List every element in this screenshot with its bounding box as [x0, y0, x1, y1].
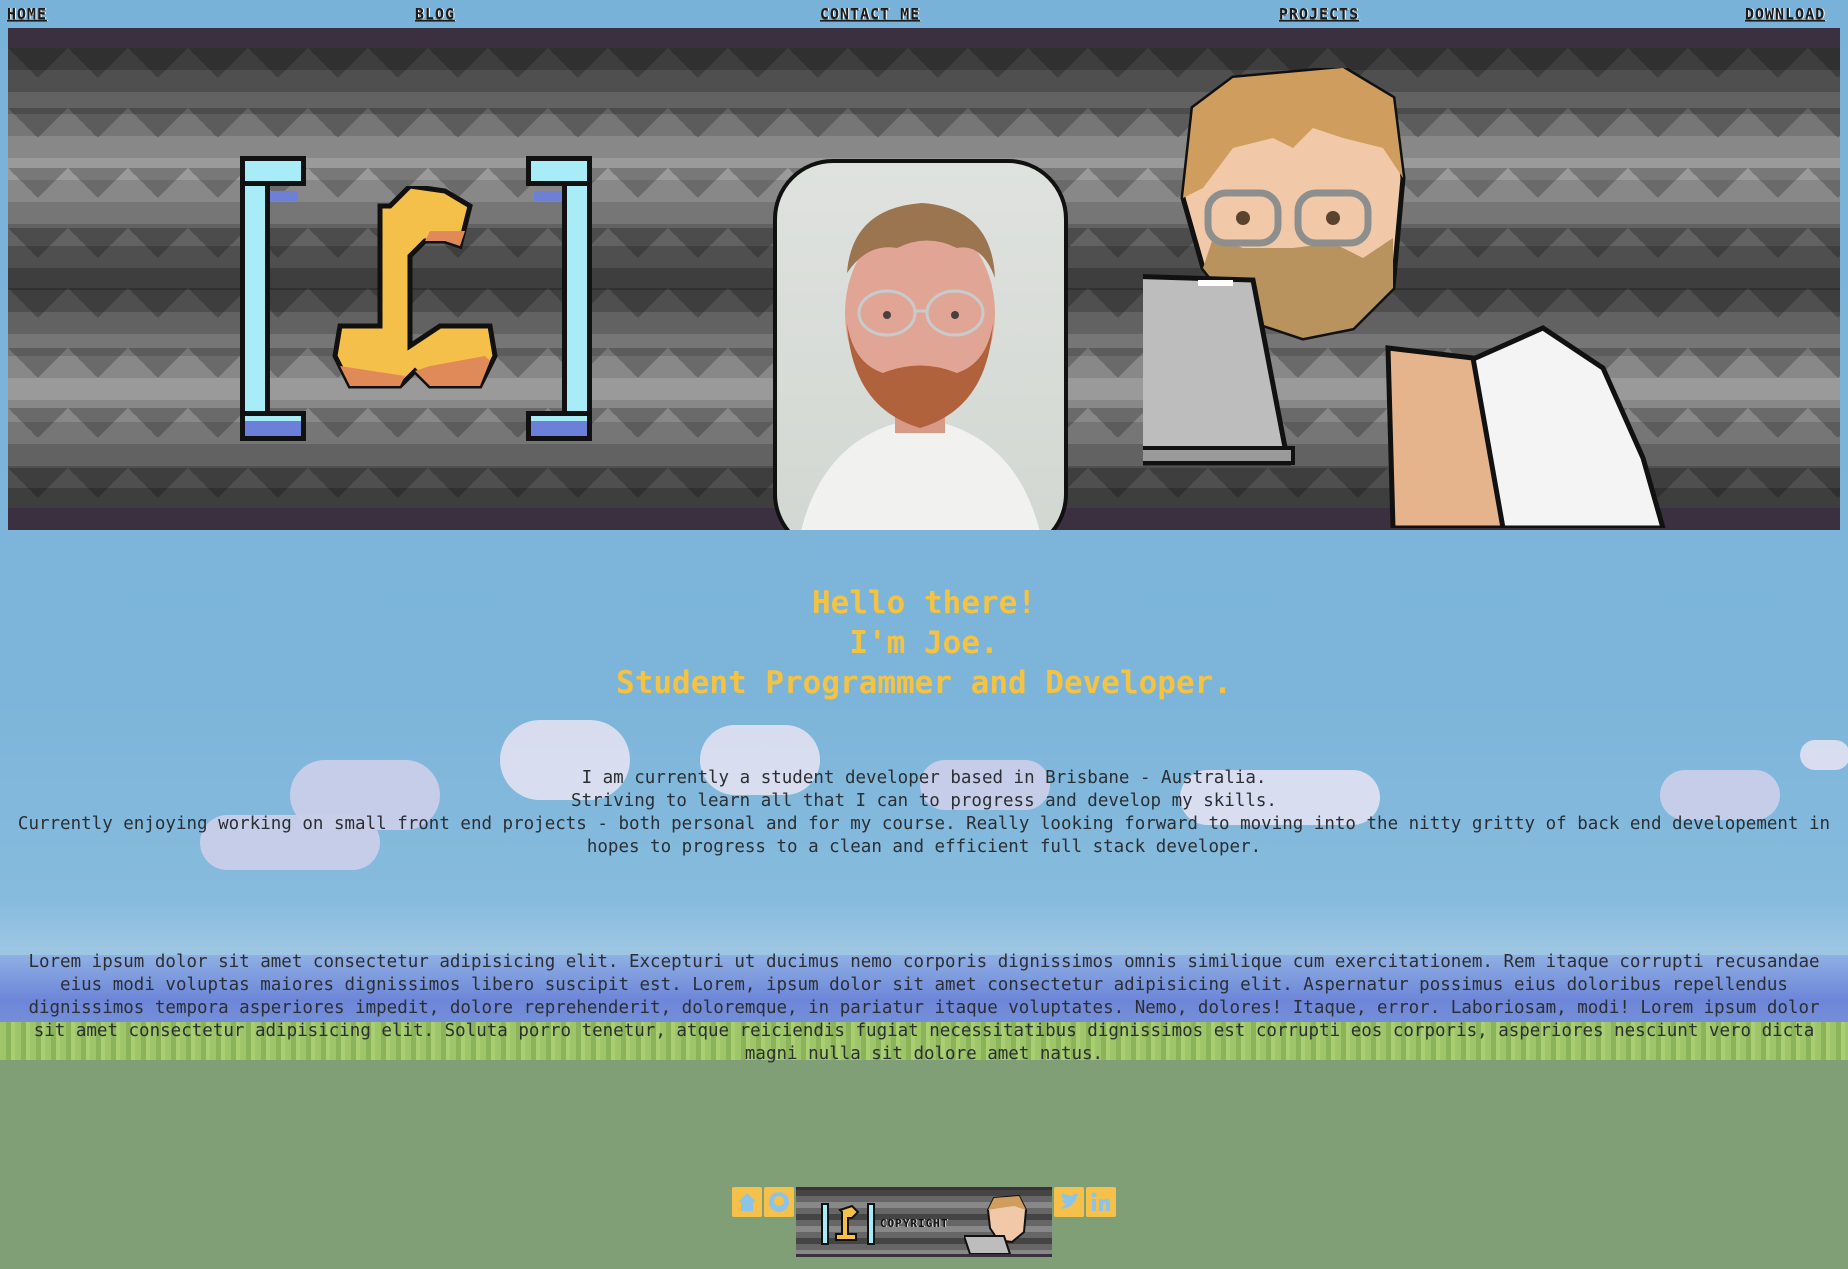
cloud	[1800, 740, 1848, 770]
person-photo-icon	[801, 203, 1040, 530]
hero-line-1: Hello there!	[812, 585, 1036, 621]
nav-home[interactable]: HOME	[7, 5, 47, 23]
top-nav: HOME BLOG CONTACT ME PROJECTS DOWNLOAD	[0, 0, 1848, 28]
about-line-1: I am currently a student developer based…	[581, 768, 1267, 788]
jc-monogram-icon	[332, 186, 498, 389]
about-line-2: Striving to learn all that I can to prog…	[571, 791, 1277, 811]
lorem-paragraph: Lorem ipsum dolor sit amet consectetur a…	[28, 952, 1820, 1064]
jc-logo	[240, 156, 592, 441]
linkedin-icon[interactable]	[1086, 1187, 1116, 1217]
hero-line-2: I'm Joe.	[849, 625, 999, 661]
github-icon[interactable]	[764, 1187, 794, 1217]
footer-banner: COPYRIGHT	[796, 1187, 1052, 1257]
footer: COPYRIGHT	[732, 1187, 1116, 1257]
right-bracket	[522, 156, 592, 441]
nav-blog[interactable]: BLOG	[415, 5, 455, 23]
about-line-3: Currently enjoying working on small fron…	[17, 814, 1831, 857]
hero-greeting: Hello there! I'm Joe. Student Programmer…	[0, 583, 1848, 703]
nav-contact-me[interactable]: CONTACT ME	[820, 5, 920, 23]
copyright-text: COPYRIGHT	[880, 1217, 949, 1230]
hero-line-3: Student Programmer and Developer.	[616, 665, 1232, 701]
nav-download[interactable]: DOWNLOAD	[1745, 5, 1825, 23]
footer-logo-icon	[821, 1203, 875, 1245]
home-icon[interactable]	[732, 1187, 762, 1217]
nav-projects[interactable]: PROJECTS	[1279, 5, 1359, 23]
pixel-avatar-icon	[1143, 68, 1666, 528]
left-bracket	[240, 156, 310, 441]
twitter-icon[interactable]	[1054, 1187, 1084, 1217]
about-text: I am currently a student developer based…	[8, 767, 1840, 859]
profile-photo	[773, 159, 1068, 530]
header-banner	[8, 28, 1840, 530]
footer-avatar-icon	[964, 1194, 1028, 1254]
